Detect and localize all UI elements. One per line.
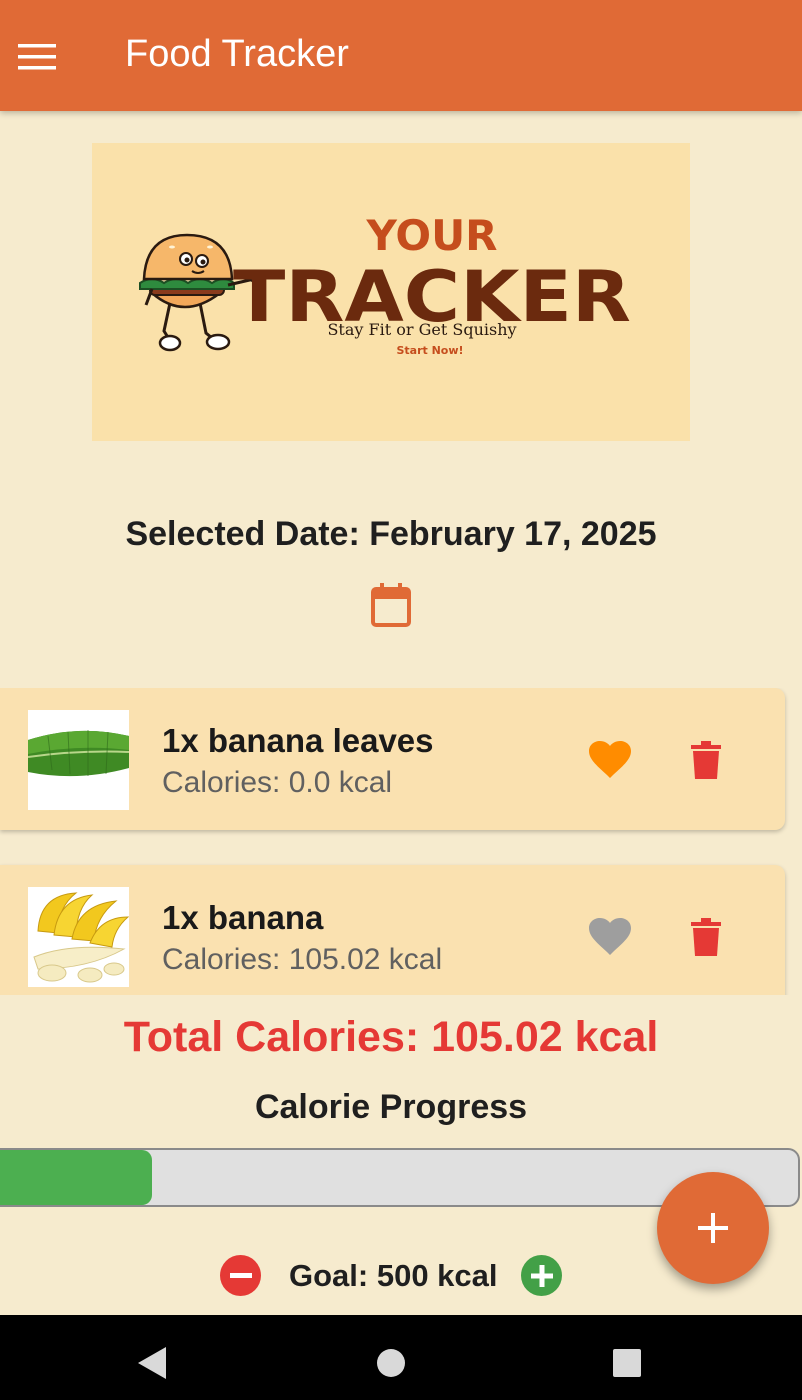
heart-icon: [589, 918, 631, 955]
food-name: 1x banana leaves: [162, 722, 434, 759]
trash-icon: [691, 741, 721, 779]
food-list[interactable]: 1x banana leaves Calories: 0.0 kcal 1x b…: [0, 688, 802, 995]
menu-button[interactable]: [0, 20, 74, 94]
hamburger-menu-icon: [18, 44, 56, 70]
plus-icon: [530, 1264, 553, 1287]
calorie-goal: Goal: 500 kcal: [289, 1258, 498, 1293]
banner-cta: Start Now!: [396, 344, 463, 357]
food-entry-card[interactable]: 1x banana leaves Calories: 0.0 kcal: [0, 688, 785, 830]
banana-image: [28, 887, 129, 987]
tracker-banner: YOUR TRACKER Stay Fit or Get Squishy Sta…: [92, 143, 690, 441]
delete-button[interactable]: [684, 736, 728, 784]
add-food-button[interactable]: [657, 1172, 769, 1284]
minus-icon: [229, 1272, 252, 1278]
increase-goal-button[interactable]: [521, 1255, 562, 1296]
calorie-progress-label: Calorie Progress: [254, 1088, 528, 1126]
favorite-button[interactable]: [584, 913, 636, 961]
calendar-icon: [371, 583, 411, 627]
total-calories: Total Calories: 105.02 kcal: [123, 1013, 659, 1061]
banner-tagline: Stay Fit or Get Squishy: [327, 320, 516, 339]
food-name: 1x banana: [162, 899, 324, 936]
delete-button[interactable]: [684, 913, 728, 961]
selected-date-label: Selected Date: February 17, 2025: [125, 515, 657, 553]
heart-icon: [589, 741, 631, 778]
calendar-button[interactable]: [362, 578, 420, 632]
favorite-button[interactable]: [584, 736, 636, 784]
food-calories: Calories: 105.02 kcal: [162, 943, 443, 976]
app-title: Food Tracker: [125, 33, 349, 75]
app-bar: Food Tracker: [0, 0, 802, 111]
food-entry-card[interactable]: 1x banana Calories: 105.02 kcal: [0, 865, 785, 995]
banana-leaf-image: [28, 710, 129, 810]
plus-icon: [698, 1213, 728, 1243]
banner-line1: YOUR: [365, 211, 497, 260]
home-icon[interactable]: [375, 1347, 407, 1379]
calorie-progress-fill: [0, 1150, 152, 1205]
trash-icon: [691, 918, 721, 956]
food-calories: Calories: 0.0 kcal: [162, 766, 393, 799]
recents-icon[interactable]: [611, 1347, 643, 1379]
back-icon[interactable]: [136, 1345, 168, 1381]
navigation-bar: [0, 1315, 802, 1400]
decrease-goal-button[interactable]: [220, 1255, 261, 1296]
